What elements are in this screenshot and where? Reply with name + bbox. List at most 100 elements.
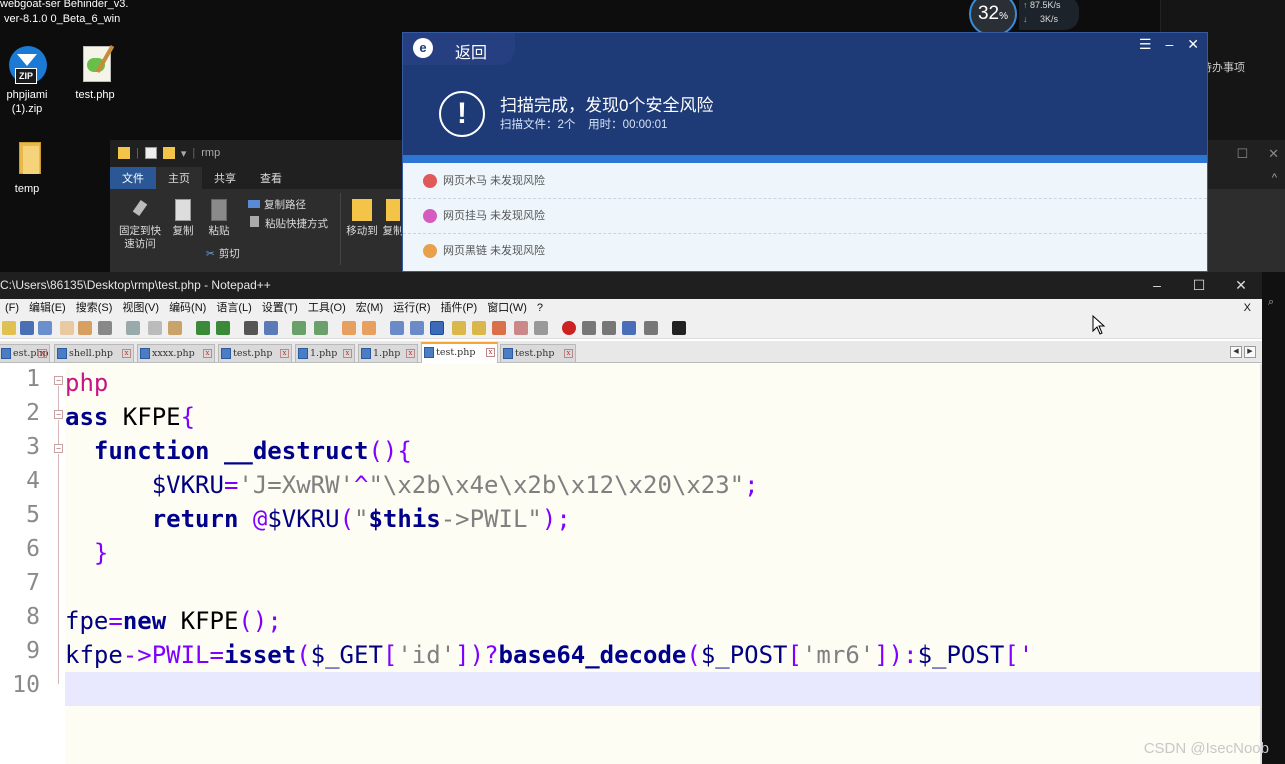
qat-dropdown-icon[interactable]: ▾ <box>181 147 187 160</box>
menu-edit[interactable]: 编辑(E) <box>24 299 71 317</box>
menu-view[interactable]: 视图(V) <box>117 299 164 317</box>
new-folder-icon[interactable] <box>162 147 175 159</box>
tab-close-icon[interactable]: x <box>406 349 415 358</box>
cut-icon[interactable] <box>126 321 140 335</box>
replace-icon[interactable] <box>264 321 278 335</box>
doc-tab[interactable]: 1.php x <box>358 344 418 362</box>
menu-file[interactable]: (F) <box>0 299 24 317</box>
code-area[interactable]: php ass KFPE{ function __destruct(){ $VK… <box>65 364 1260 764</box>
exclamation-icon: ! <box>439 91 485 137</box>
close-icon[interactable]: ✕ <box>1187 36 1199 53</box>
doc-map-icon[interactable] <box>472 321 486 335</box>
zoom-in-icon[interactable] <box>292 321 306 335</box>
menu-help[interactable]: ? <box>532 299 548 317</box>
cut-button[interactable]: ✂ 剪切 <box>206 246 240 261</box>
play-multiple-icon[interactable] <box>622 321 636 335</box>
desktop-icon-folder[interactable]: temp <box>0 138 59 196</box>
maximize-button[interactable]: ☐ <box>1178 272 1220 299</box>
menu-window[interactable]: 窗口(W) <box>482 299 532 317</box>
menu-tools[interactable]: 工具(O) <box>303 299 351 317</box>
function-list-icon[interactable] <box>492 321 506 335</box>
undo-icon[interactable] <box>196 321 210 335</box>
doc-tab[interactable]: test.php x <box>218 344 292 362</box>
doc-tab[interactable]: test.php x <box>500 344 576 362</box>
tab-close-icon[interactable]: x <box>280 349 289 358</box>
print-icon[interactable] <box>98 321 112 335</box>
indent-guide-icon[interactable] <box>430 321 444 335</box>
menu-plugins[interactable]: 插件(P) <box>436 299 483 317</box>
move-to-button[interactable]: 移动到 <box>344 199 380 238</box>
menu-run[interactable]: 运行(R) <box>388 299 435 317</box>
fold-marker-icon[interactable]: − <box>54 410 63 419</box>
tab-close-icon[interactable]: x <box>203 349 212 358</box>
close-all-icon[interactable] <box>78 321 92 335</box>
tab-close-icon[interactable]: x <box>486 348 495 357</box>
new-file-icon[interactable] <box>2 321 16 335</box>
scan-item-label: 网页木马 未发现风险 <box>443 175 546 187</box>
paste-icon[interactable] <box>168 321 182 335</box>
menu-search[interactable]: 搜索(S) <box>71 299 118 317</box>
tab-file[interactable]: 文件 <box>110 167 156 189</box>
string: 'id' <box>397 641 456 669</box>
tab-scroll-right-icon[interactable]: ▶ <box>1244 346 1256 358</box>
paste-button[interactable]: 粘贴 <box>204 199 234 238</box>
doc-tab[interactable]: 1.php x <box>295 344 355 362</box>
tab-home[interactable]: 主页 <box>156 167 202 189</box>
close-document-button[interactable]: X <box>1239 299 1256 317</box>
tab-close-icon[interactable]: x <box>122 349 131 358</box>
minimize-button[interactable]: – <box>1136 272 1178 299</box>
copy-to-button[interactable]: 复制 <box>382 199 404 238</box>
properties-icon[interactable] <box>144 147 157 159</box>
save-all-icon[interactable] <box>38 321 52 335</box>
sync-v-icon[interactable] <box>342 321 356 335</box>
menu-encoding[interactable]: 编码(N) <box>164 299 211 317</box>
back-button[interactable]: 返回 <box>455 39 487 63</box>
tab-close-icon[interactable]: x <box>38 349 47 358</box>
fold-marker-icon[interactable]: − <box>54 376 63 385</box>
stop-macro-icon[interactable] <box>582 321 596 335</box>
menu-language[interactable]: 语言(L) <box>211 299 256 317</box>
menu-settings[interactable]: 设置(T) <box>257 299 303 317</box>
tab-close-icon[interactable]: x <box>564 349 573 358</box>
close-icon[interactable]: ✕ <box>1268 146 1279 162</box>
maximize-icon[interactable]: ☐ <box>1236 146 1248 162</box>
sync-h-icon[interactable] <box>362 321 376 335</box>
doc-tab[interactable]: xxxx.php x <box>137 344 215 362</box>
doc-tab[interactable]: shell.php x <box>54 344 134 362</box>
save-icon[interactable] <box>20 321 34 335</box>
paste-shortcut-button[interactable]: 粘贴快捷方式 <box>250 216 328 231</box>
find-icon[interactable] <box>244 321 258 335</box>
close-file-icon[interactable] <box>60 321 74 335</box>
folder-workspace-icon[interactable] <box>514 321 528 335</box>
console-icon[interactable] <box>672 321 686 335</box>
tab-scroll-left-icon[interactable]: ◀ <box>1230 346 1242 358</box>
word-wrap-icon[interactable] <box>390 321 404 335</box>
record-macro-icon[interactable] <box>562 321 576 335</box>
desktop-icon-zip[interactable]: ZIP phpjiami (1).zip <box>0 44 59 116</box>
ribbon-collapse-icon[interactable]: ^ <box>1272 172 1277 184</box>
desktop-icon-php[interactable]: test.php <box>63 44 127 102</box>
doc-tab-active[interactable]: test.php x <box>421 342 498 363</box>
menu-icon[interactable]: ☰ <box>1139 36 1152 53</box>
monitor-icon[interactable] <box>534 321 548 335</box>
tab-share[interactable]: 共享 <box>202 167 248 189</box>
zoom-out-icon[interactable] <box>314 321 328 335</box>
close-button[interactable]: ✕ <box>1220 272 1262 299</box>
fold-marker-icon[interactable]: − <box>54 444 63 453</box>
copy-path-button[interactable]: 复制路径 <box>248 197 306 212</box>
tab-close-icon[interactable]: x <box>343 349 352 358</box>
save-macro-icon[interactable] <box>644 321 658 335</box>
menu-macro[interactable]: 宏(M) <box>351 299 389 317</box>
copy-button[interactable]: 复制 <box>168 199 198 238</box>
play-macro-icon[interactable] <box>602 321 616 335</box>
show-all-chars-icon[interactable] <box>410 321 424 335</box>
copy-icon[interactable] <box>148 321 162 335</box>
doc-tab[interactable]: est.php x <box>0 344 50 362</box>
lang-icon[interactable] <box>452 321 466 335</box>
minimize-icon[interactable]: – <box>1165 36 1173 53</box>
pin-quick-access-button[interactable]: 固定到快速访问 <box>116 199 164 251</box>
tab-view[interactable]: 查看 <box>248 167 294 189</box>
code-editor[interactable]: 1 2 3 4 5 6 7 8 9 10 − − − php ass KFPE{… <box>0 364 1262 764</box>
ribbon-tabs: 文件 主页 共享 查看 <box>110 167 294 189</box>
redo-icon[interactable] <box>216 321 230 335</box>
